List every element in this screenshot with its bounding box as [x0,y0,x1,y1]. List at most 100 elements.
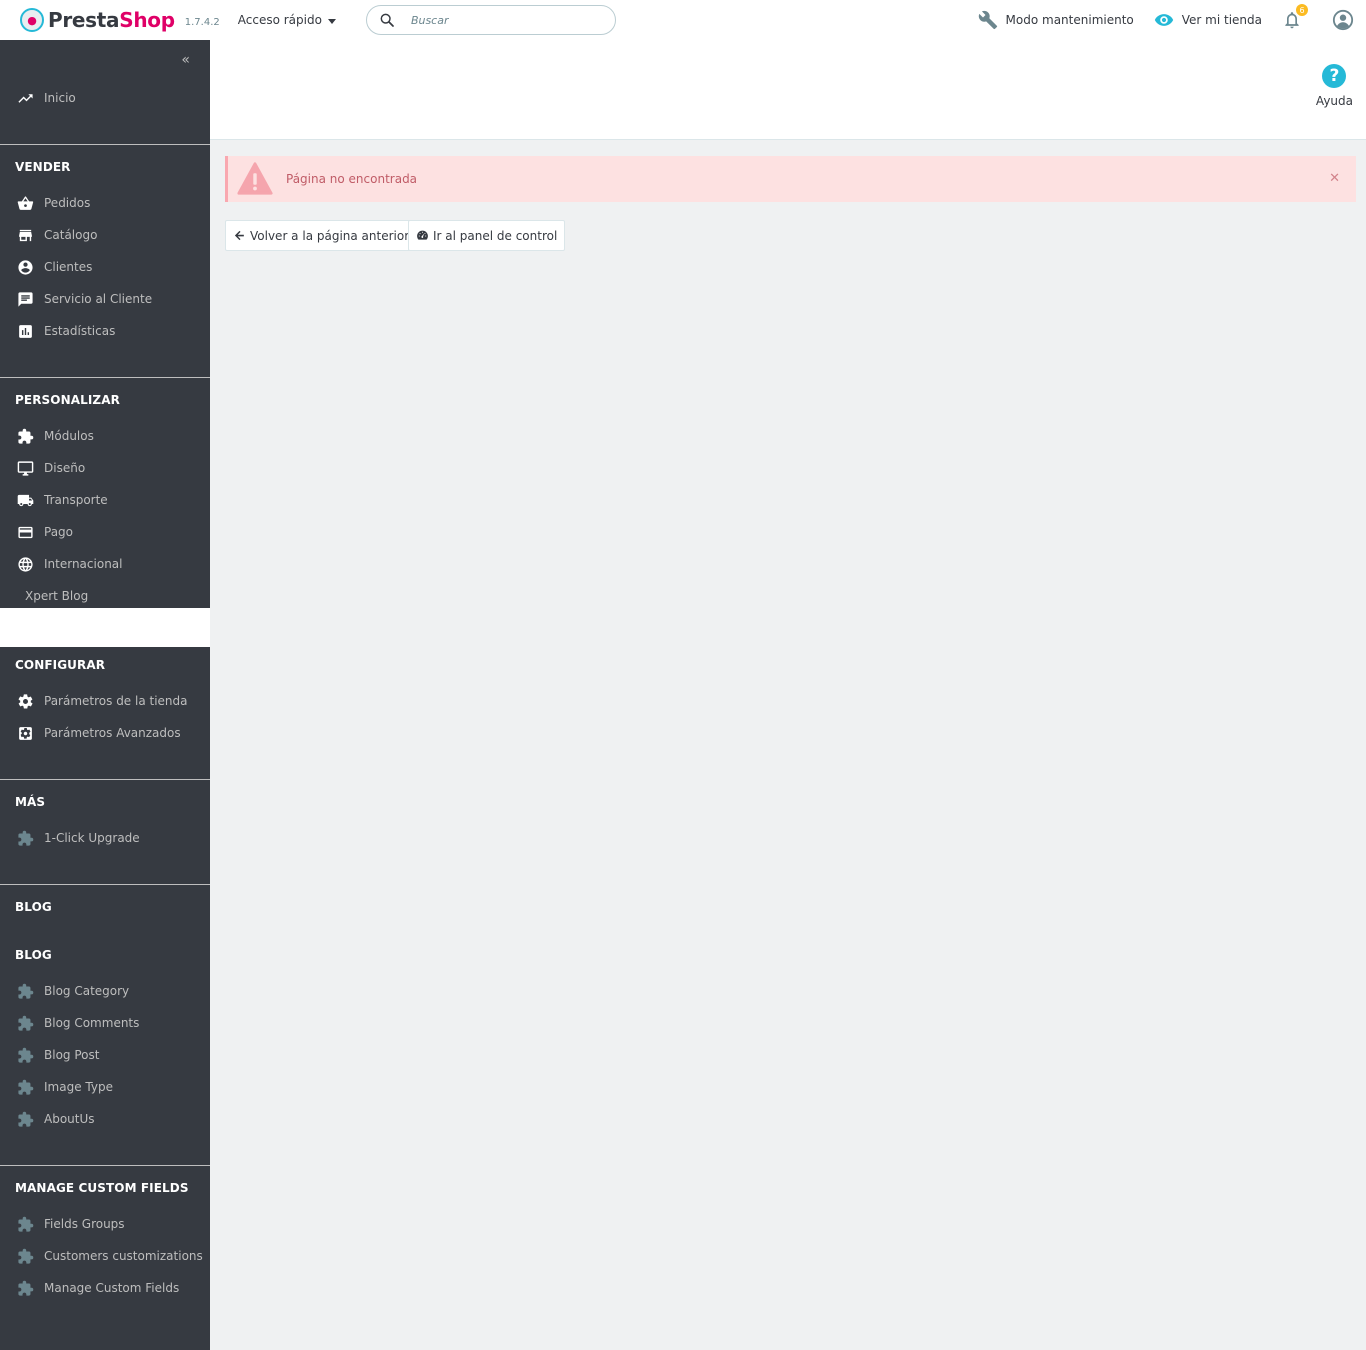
brand-name: PrestaShop [48,8,175,32]
store-icon [16,226,34,244]
sidebar-item-blog-comments[interactable]: Blog Comments [0,1008,210,1038]
search-icon[interactable] [379,12,395,28]
sidebar-item-label: Blog Post [44,1048,100,1062]
sidebar-item-design[interactable]: Diseño [0,453,210,483]
sidebar-item-label: Pago [44,525,74,539]
maintenance-label: Modo mantenimiento [1005,13,1134,27]
back-button[interactable]: Volver a la página anterior [225,220,418,251]
sidebar-item-label: Fields Groups [44,1217,125,1231]
section-blog-title-repeat: BLOG [15,948,52,962]
dashboard-button-label: Ir al panel de control [433,228,558,243]
dashboard-button[interactable]: Ir al panel de control [408,220,566,251]
puzzle-piece-icon [16,1110,34,1128]
sidebar-item-label: Manage Custom Fields [44,1281,180,1295]
sidebar-item-shop-parameters[interactable]: Parámetros de la tienda [0,686,210,716]
sidebar-item-blog-post[interactable]: Blog Post [0,1040,210,1070]
shopping-basket-icon [16,194,34,212]
desktop-monitor-icon [16,459,34,477]
prestashop-logo[interactable]: ● PrestaShop [20,8,175,32]
puzzle-piece-icon [16,1279,34,1297]
alert-message: Página no encontrada [286,172,418,186]
bar-chart-icon [16,322,34,340]
help-button[interactable]: ? Ayuda [1316,64,1353,108]
puzzle-piece-icon [16,829,34,847]
trending-up-icon [16,89,34,107]
sidebar-item-customer-service[interactable]: Servicio al Cliente [0,284,210,314]
notification-count-badge: 6 [1296,4,1308,16]
sidebar-item-modules[interactable]: Módulos [0,421,210,451]
sidebar-item-international[interactable]: Internacional [0,549,210,579]
sidebar-item-fields-groups[interactable]: Fields Groups [0,1209,210,1239]
sidebar-item-customers-customizations[interactable]: Customers customizations [0,1241,210,1271]
sidebar-item-customers[interactable]: Clientes [0,252,210,282]
sidebar-item-advanced-parameters[interactable]: Parámetros Avanzados [0,718,210,748]
truck-icon [16,491,34,509]
sidebar-item-home[interactable]: Inicio [0,83,210,113]
sidebar-item-label: 1-Click Upgrade [44,831,140,845]
sidebar-item-label: Clientes [44,260,93,274]
sidebar-item-label: Image Type [44,1080,113,1094]
search-box [365,5,616,35]
warning-triangle-icon [237,162,273,195]
sidebar-item-label: Customers customizations [44,1249,203,1263]
sidebar-item-label: AboutUs [44,1112,95,1126]
sidebar-divider [0,144,210,145]
version-label: 1.7.4.2 [184,16,220,28]
arrow-left-icon [234,230,244,241]
sidebar-item-label: Módulos [44,429,94,443]
section-sell-title: VENDER [15,160,71,174]
help-label: Ayuda [1315,94,1353,108]
sidebar-item-label: Catálogo [44,228,98,242]
eye-icon [1154,14,1173,26]
puzzle-piece-icon [16,1014,34,1032]
sidebar-item-stats[interactable]: Estadísticas [0,316,210,346]
sidebar-item-label: Internacional [44,557,123,571]
sidebar-item-blog-category[interactable]: Blog Category [0,976,210,1006]
top-header: ● PrestaShop 1.7.4.2 Acceso rápido Modo … [0,0,1366,40]
caret-down-icon [327,18,336,24]
wrench-icon [978,10,997,30]
dashboard-gauge-icon [417,230,428,240]
sidebar-item-label: Blog Comments [44,1016,140,1030]
sidebar-item-xpert-blog[interactable]: Xpert Blog [0,581,210,611]
sidebar-item-image-type[interactable]: Image Type [0,1072,210,1102]
credit-card-icon [16,523,34,541]
puzzle-piece-icon [16,1078,34,1096]
sidebar-item-payment[interactable]: Pago [0,517,210,547]
puzzle-piece-icon [16,427,34,445]
close-icon[interactable]: ✕ [1329,171,1340,186]
sidebar-item-1-click-upgrade[interactable]: 1-Click Upgrade [0,823,210,853]
header-actions: Modo mantenimiento Ver mi tienda 6 [978,0,1366,40]
puffin-logo-icon: ● [20,8,44,32]
sidebar-item-label: Blog Category [44,984,130,998]
sidebar-item-label: Estadísticas [44,324,116,338]
section-more-title: MÁS [15,795,46,809]
view-store-label: Ver mi tienda [1181,13,1262,27]
sidebar-item-manage-custom-fields[interactable]: Manage Custom Fields [0,1273,210,1303]
sidebar-nav: « Inicio VENDER Pedidos Catálogo Cliente… [0,40,210,1350]
sidebar-item-shipping[interactable]: Transporte [0,485,210,515]
quick-access-dropdown[interactable]: Acceso rápido [238,13,336,27]
puzzle-piece-icon [16,982,34,1000]
sidebar-item-label: Servicio al Cliente [44,292,153,306]
sidebar-item-label: Parámetros de la tienda [44,694,188,708]
search-input[interactable] [410,13,591,27]
question-mark-icon: ? [1322,64,1347,88]
user-account-icon[interactable] [1332,9,1354,31]
error-alert: Página no encontrada ✕ [225,156,1356,202]
sidebar-item-aboutus[interactable]: AboutUs [0,1104,210,1134]
sidebar-divider [0,1165,210,1166]
puzzle-piece-icon [16,1215,34,1233]
puzzle-piece-icon [16,1247,34,1265]
sidebar-item-label: Transporte [44,493,108,507]
maintenance-mode-link[interactable]: Modo mantenimiento [978,10,1134,30]
sidebar-item-label: Pedidos [44,196,91,210]
sidebar-divider [0,884,210,885]
view-store-link[interactable]: Ver mi tienda [1154,10,1262,30]
sidebar-divider [0,779,210,780]
notifications-button[interactable]: 6 [1282,4,1308,30]
collapse-sidebar-icon[interactable]: « [181,52,190,68]
sidebar-divider [0,377,210,378]
sidebar-item-orders[interactable]: Pedidos [0,188,210,218]
sidebar-item-catalog[interactable]: Catálogo [0,220,210,250]
